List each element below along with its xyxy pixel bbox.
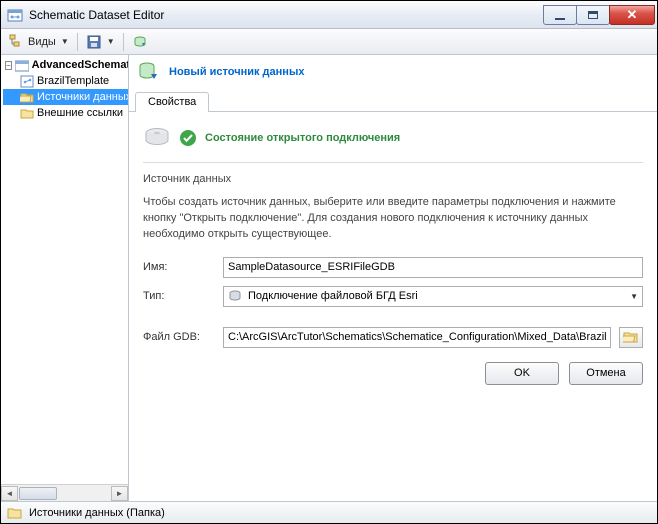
browse-button[interactable] xyxy=(619,327,643,348)
window-title: Schematic Dataset Editor xyxy=(29,8,544,22)
name-input[interactable] xyxy=(223,257,643,278)
chevron-down-icon: ▼ xyxy=(630,292,638,301)
content-panel: Новый источник данных Свойства Состояние… xyxy=(129,55,657,501)
cancel-button[interactable]: Отмена xyxy=(569,362,643,385)
titlebar: Schematic Dataset Editor ✕ xyxy=(1,1,657,29)
connection-status-row: Состояние открытого подключения xyxy=(143,120,643,163)
close-button[interactable]: ✕ xyxy=(609,5,655,25)
dataset-icon xyxy=(15,59,29,72)
type-select[interactable]: Подключение файловой БГД Esri ▼ xyxy=(223,286,643,307)
scroll-left-button[interactable]: ◄ xyxy=(1,486,18,501)
disk-icon xyxy=(143,124,171,152)
scroll-right-button[interactable]: ► xyxy=(111,486,128,501)
button-row: OK Отмена xyxy=(143,362,643,385)
gdb-row: Файл GDB: xyxy=(143,327,643,348)
scroll-thumb[interactable] xyxy=(19,487,57,500)
tree-item-template[interactable]: BrazilTemplate xyxy=(3,73,128,89)
toolbar: Виды ▼ ▼ xyxy=(1,29,657,55)
app-icon xyxy=(7,7,23,23)
tree-root[interactable]: − AdvancedSchemati xyxy=(3,57,128,73)
tree-root-label: AdvancedSchemati xyxy=(32,59,129,71)
statusbar: Источники данных (Папка) xyxy=(1,501,657,523)
views-label: Виды xyxy=(28,36,56,48)
connection-status-text: Состояние открытого подключения xyxy=(205,132,400,144)
tabstrip: Свойства xyxy=(129,91,657,112)
name-row: Имя: xyxy=(143,257,643,278)
gdb-label: Файл GDB: xyxy=(143,331,215,343)
tree-item-label: Источники данных xyxy=(37,91,129,103)
minimize-button[interactable] xyxy=(543,5,577,25)
horizontal-scrollbar[interactable]: ◄ ► xyxy=(1,484,128,501)
collapse-icon[interactable]: − xyxy=(5,61,12,70)
folder-open-icon xyxy=(623,330,639,344)
window-buttons: ✕ xyxy=(544,5,655,25)
chevron-down-icon: ▼ xyxy=(61,37,69,46)
save-dropdown[interactable]: ▼ xyxy=(82,32,119,52)
type-label: Тип: xyxy=(143,290,215,302)
ok-button[interactable]: OK xyxy=(485,362,559,385)
toolbar-divider xyxy=(123,33,124,51)
type-row: Тип: Подключение файловой БГД Esri ▼ xyxy=(143,286,643,307)
save-icon xyxy=(86,34,102,50)
tree-item-external[interactable]: Внешние ссылки xyxy=(3,105,128,121)
import-button[interactable] xyxy=(128,32,152,52)
statusbar-text: Источники данных (Папка) xyxy=(29,507,165,519)
tree-item-label: Внешние ссылки xyxy=(37,107,123,119)
content-header: Новый источник данных xyxy=(129,55,657,91)
type-value: Подключение файловой БГД Esri xyxy=(248,290,418,302)
new-datasource-link[interactable]: Новый источник данных xyxy=(169,66,304,78)
cylinder-icon xyxy=(228,289,242,303)
tab-label: Свойства xyxy=(148,96,196,108)
tab-properties[interactable]: Свойства xyxy=(135,92,209,112)
gdb-input[interactable] xyxy=(223,327,611,348)
template-icon xyxy=(20,75,34,88)
folder-icon xyxy=(7,506,23,520)
main-split: − AdvancedSchemati BrazilTemplate Источн… xyxy=(1,55,657,501)
tree-item-label: BrazilTemplate xyxy=(37,75,109,87)
check-icon xyxy=(179,129,197,147)
import-icon xyxy=(132,34,148,50)
name-label: Имя: xyxy=(143,261,215,273)
toolbar-divider xyxy=(77,33,78,51)
folder-icon xyxy=(20,107,34,120)
section-title: Источник данных xyxy=(143,173,643,185)
folder-open-icon xyxy=(20,91,34,104)
views-dropdown[interactable]: Виды ▼ xyxy=(5,32,73,52)
chevron-down-icon: ▼ xyxy=(107,37,115,46)
section-description: Чтобы создать источник данных, выберите … xyxy=(143,195,643,243)
properties-panel: Состояние открытого подключения Источник… xyxy=(129,112,657,501)
tree-icon xyxy=(9,34,25,50)
tree-panel: − AdvancedSchemati BrazilTemplate Источн… xyxy=(1,55,129,501)
maximize-button[interactable] xyxy=(576,5,610,25)
tree-item-datasources[interactable]: Источники данных xyxy=(3,89,128,105)
datasource-icon xyxy=(137,61,159,83)
